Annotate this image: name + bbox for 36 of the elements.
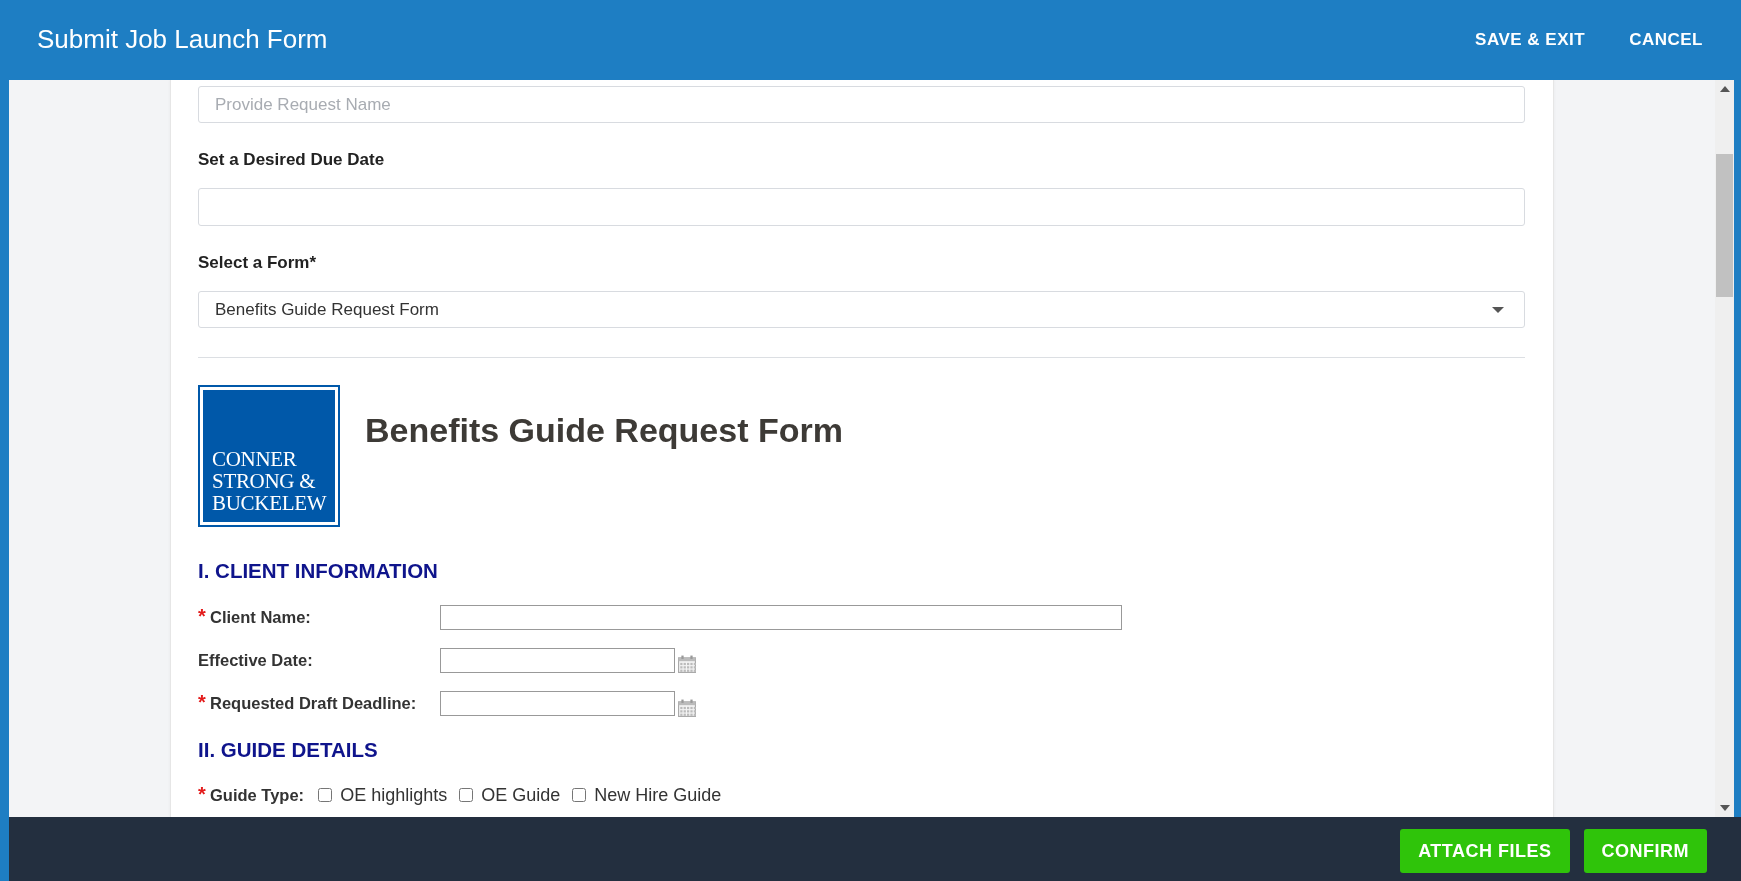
field-label: Effective Date: <box>198 650 313 670</box>
window-title: Submit Job Launch Form <box>37 23 329 55</box>
scrollbar-thumb[interactable] <box>1716 154 1733 297</box>
request-name-field[interactable]: Provide Request Name <box>198 86 1525 124</box>
field-label: Select a Form* <box>198 252 318 273</box>
date-field[interactable] <box>440 647 675 673</box>
calendar-icon[interactable] <box>678 698 696 717</box>
checkbox[interactable] <box>459 788 474 803</box>
field-label: Set a Desired Due Date <box>198 150 386 171</box>
field-label: Client Name: <box>210 607 311 627</box>
calendar-icon[interactable] <box>678 655 696 674</box>
required-mark: * <box>198 785 207 802</box>
scroll-up-icon[interactable] <box>1719 86 1730 92</box>
form-select[interactable]: Benefits Guide Request Form <box>198 290 1525 329</box>
text-field[interactable] <box>440 604 1122 630</box>
confirm-button[interactable]: CONFIRM <box>1583 829 1707 873</box>
field-label: Guide Type: <box>210 785 305 805</box>
scrollbar[interactable] <box>1715 80 1734 817</box>
save-exit-button[interactable]: SAVE & EXIT <box>1455 22 1606 58</box>
scroll-down-icon[interactable] <box>1719 805 1730 811</box>
checkbox-label: OE highlights <box>340 784 448 806</box>
form-title: Benefits Guide Request Form <box>365 411 843 451</box>
attach-files-button[interactable]: ATTACH FILES <box>1400 829 1570 873</box>
checkbox-label: New Hire Guide <box>594 784 722 806</box>
checkbox[interactable] <box>572 788 587 803</box>
cancel-button[interactable]: CANCEL <box>1609 22 1723 58</box>
caret-icon <box>1492 306 1504 313</box>
required-mark: * <box>198 694 207 711</box>
date-field[interactable] <box>440 691 675 717</box>
checkbox[interactable] <box>318 788 333 803</box>
checkbox-label: OE Guide <box>481 784 561 806</box>
required-mark: * <box>198 607 207 624</box>
section-heading: I. CLIENT INFORMATION <box>198 559 439 584</box>
field-label: Requested Draft Deadline: <box>210 694 417 714</box>
section-heading: II. GUIDE DETAILS <box>198 737 379 762</box>
due-date-field[interactable] <box>198 188 1525 226</box>
